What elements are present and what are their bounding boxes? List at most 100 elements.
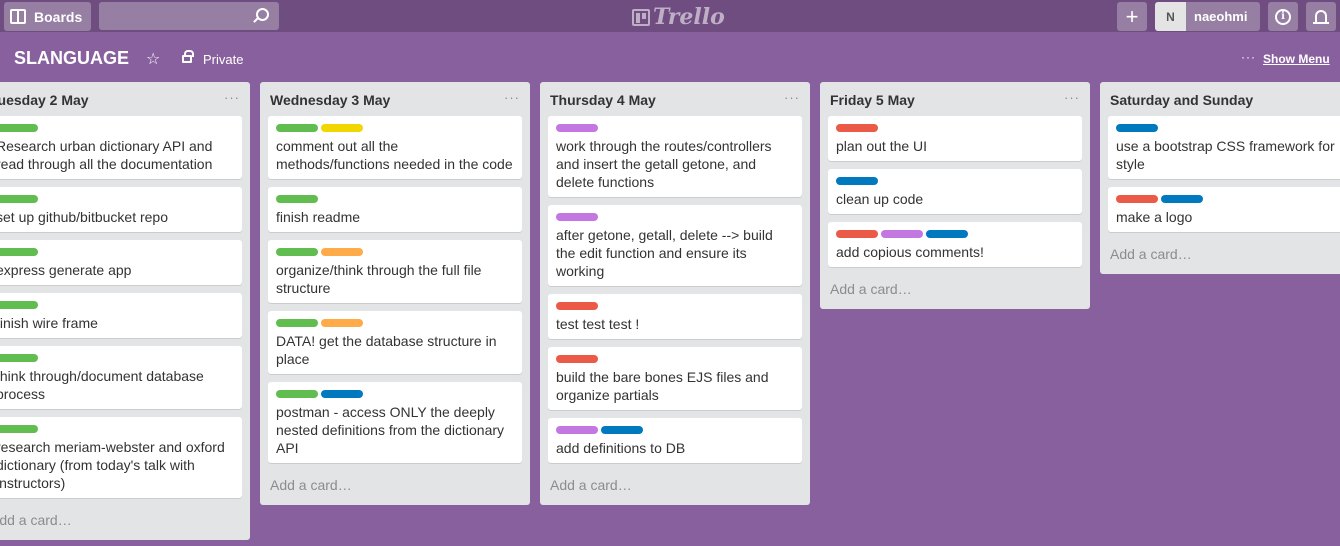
card[interactable]: finish wire frame <box>0 293 242 338</box>
card-title: finish readme <box>276 209 361 225</box>
card[interactable]: use a bootstrap CSS framework for style <box>1108 116 1340 179</box>
list-name[interactable]: Friday 5 May <box>830 92 915 108</box>
label-red <box>556 302 598 310</box>
card[interactable]: Research urban dictionary API and read t… <box>0 116 242 179</box>
info-button[interactable]: i <box>1268 2 1298 31</box>
card-title: organize/think through the full file str… <box>276 262 482 296</box>
list-menu-icon[interactable]: ··· <box>784 90 800 105</box>
username: naeohmi <box>1194 9 1248 24</box>
add-card-button[interactable]: Add a card… <box>0 506 250 540</box>
card[interactable]: think through/document database process <box>0 346 242 409</box>
card-labels <box>0 425 234 433</box>
star-icon[interactable]: ☆ <box>146 49 160 69</box>
search-icon[interactable] <box>256 8 269 21</box>
boards-label: Boards <box>34 8 83 25</box>
card[interactable]: organize/think through the full file str… <box>268 240 522 303</box>
list-weekend: Saturday and Sunday···use a bootstrap CS… <box>1100 82 1340 274</box>
card-title: use a bootstrap CSS framework for style <box>1116 138 1335 172</box>
card-list: use a bootstrap CSS framework for style m… <box>1100 116 1340 232</box>
more-dots-icon[interactable]: ··· <box>1241 50 1256 64</box>
card-labels <box>276 390 514 398</box>
card[interactable]: set up github/bitbucket repo <box>0 187 242 232</box>
member-menu-button[interactable]: N naeohmi <box>1155 2 1260 31</box>
label-green <box>276 319 318 327</box>
card[interactable]: add definitions to DB <box>548 418 802 463</box>
label-blue <box>926 230 968 238</box>
card[interactable]: research meriam-webster and oxford dicti… <box>0 417 242 498</box>
list-menu-icon[interactable]: ··· <box>504 90 520 105</box>
trello-logo[interactable]: Trello <box>632 4 725 30</box>
label-green <box>0 248 38 256</box>
list-header[interactable]: Thursday 4 May ··· <box>540 82 810 116</box>
label-green <box>0 425 38 433</box>
card[interactable]: DATA! get the database structure in plac… <box>268 311 522 374</box>
card[interactable]: work through the routes/controllers and … <box>548 116 802 197</box>
list-wednesday: Wednesday 3 May ··· comment out all the me… <box>260 82 530 505</box>
card[interactable]: make a logo <box>1108 187 1340 232</box>
label-blue <box>321 390 363 398</box>
card-list: work through the routes/controllers and … <box>540 116 810 463</box>
label-green <box>0 124 38 132</box>
label-red <box>836 230 878 238</box>
label-purple <box>881 230 923 238</box>
card-labels <box>276 195 514 203</box>
boards-button[interactable]: Boards <box>4 2 91 31</box>
privacy-button[interactable]: Private <box>203 52 243 67</box>
list-friday: Friday 5 May ··· plan out the UI clean up c… <box>820 82 1090 309</box>
card[interactable]: plan out the UI <box>828 116 1082 161</box>
list-name[interactable]: Saturday and Sunday <box>1110 92 1253 108</box>
label-purple <box>556 213 598 221</box>
board-title[interactable]: SLANGUAGE <box>14 48 129 69</box>
card[interactable]: clean up code <box>828 169 1082 214</box>
card[interactable]: postman - access ONLY the deeply nested … <box>268 382 522 463</box>
card[interactable]: finish readme <box>268 187 522 232</box>
label-purple <box>556 124 598 132</box>
logo-text: Trello <box>653 4 725 30</box>
card[interactable]: comment out all the methods/functions ne… <box>268 116 522 179</box>
add-card-button[interactable]: Add a card… <box>260 471 530 505</box>
list-menu-icon[interactable]: ··· <box>1064 90 1080 105</box>
notifications-button[interactable] <box>1306 2 1336 31</box>
plus-icon: + <box>1125 3 1139 29</box>
card[interactable]: after getone, getall, delete --> build t… <box>548 205 802 286</box>
list-header[interactable]: Saturday and Sunday··· <box>1100 82 1340 116</box>
card-labels <box>1116 195 1340 203</box>
card-labels <box>276 319 514 327</box>
label-blue <box>601 426 643 434</box>
card-labels <box>836 177 1074 185</box>
list-name[interactable]: Tuesday 2 May <box>0 92 89 108</box>
card[interactable]: express generate app <box>0 240 242 285</box>
list-header[interactable]: Friday 5 May ··· <box>820 82 1090 116</box>
card-title: set up github/bitbucket repo <box>0 209 169 225</box>
search-input[interactable] <box>99 2 279 30</box>
label-purple <box>556 426 598 434</box>
label-orange <box>321 248 363 256</box>
card-labels <box>1116 124 1340 132</box>
add-button[interactable]: + <box>1117 2 1147 31</box>
list-menu-icon[interactable]: ··· <box>224 90 240 105</box>
add-card-button[interactable]: Add a card… <box>540 471 810 505</box>
label-green <box>0 354 38 362</box>
label-orange <box>321 319 363 327</box>
show-menu-link[interactable]: Show Menu <box>1263 52 1330 66</box>
add-card-button[interactable]: Add a card… <box>820 275 1090 309</box>
card[interactable]: build the bare bones EJS files and organ… <box>548 347 802 410</box>
list-name[interactable]: Wednesday 3 May <box>270 92 390 108</box>
lock-icon <box>182 50 194 63</box>
card[interactable]: add copious comments! <box>828 222 1082 267</box>
list-header[interactable]: Wednesday 3 May ··· <box>260 82 530 116</box>
list-name[interactable]: Thursday 4 May <box>550 92 656 108</box>
card-title: clean up code <box>836 191 924 207</box>
card-labels <box>0 354 234 362</box>
add-card-button[interactable]: Add a card… <box>1100 240 1340 274</box>
label-red <box>1116 195 1158 203</box>
card-title: add copious comments! <box>836 244 984 260</box>
list-header[interactable]: Tuesday 2 May ··· <box>0 82 250 116</box>
card[interactable]: test test test ! <box>548 294 802 339</box>
card-labels <box>556 213 794 221</box>
card-title: express generate app <box>0 262 132 278</box>
card-labels <box>0 301 234 309</box>
card-title: work through the routes/controllers and … <box>556 138 772 190</box>
card-labels <box>0 248 234 256</box>
card-title: make a logo <box>1116 209 1193 225</box>
